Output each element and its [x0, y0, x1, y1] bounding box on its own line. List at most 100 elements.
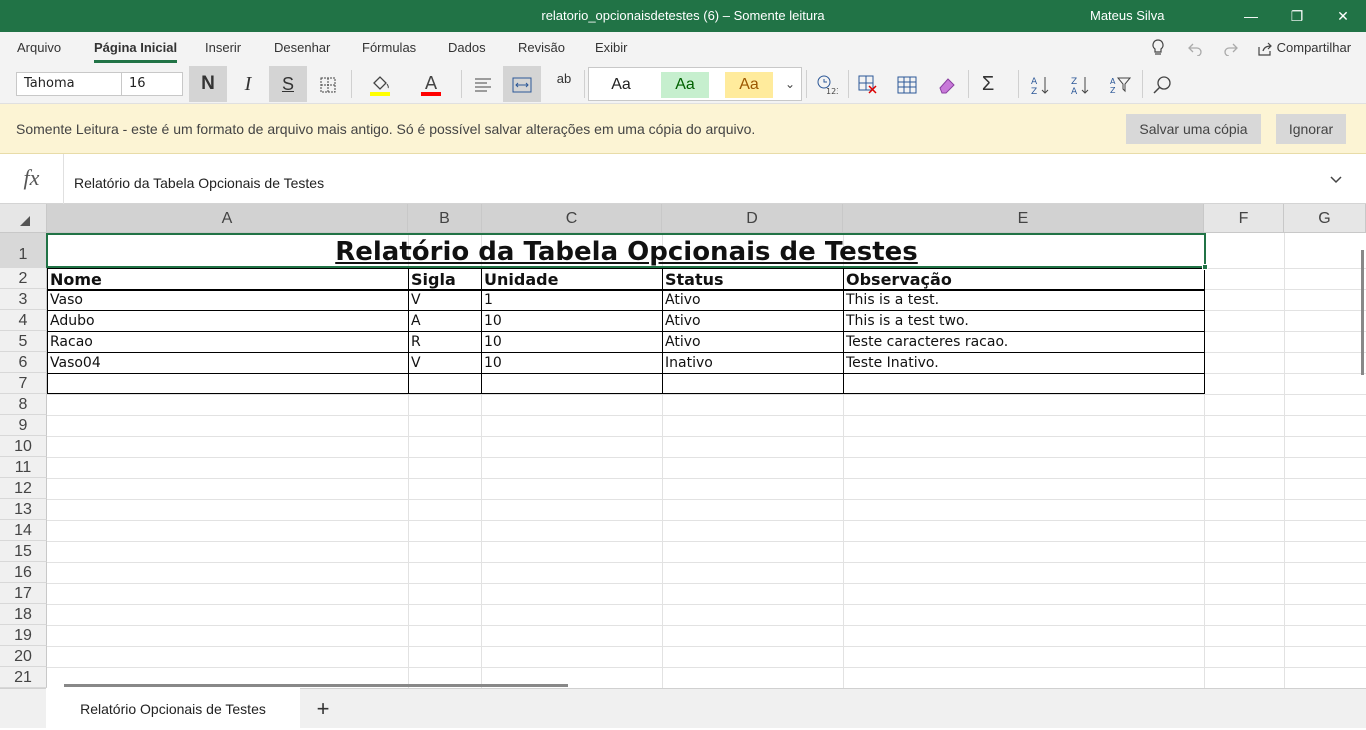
restore-button[interactable]: ❐ — [1274, 0, 1320, 32]
italic-button[interactable]: I — [229, 66, 267, 102]
tab-formulas[interactable]: Fórmulas — [362, 32, 416, 64]
table-cell-nome[interactable]: Vaso — [48, 289, 406, 310]
minimize-button[interactable]: — — [1228, 0, 1274, 32]
row-header-21[interactable]: 21 — [0, 667, 47, 688]
column-header-d[interactable]: D — [662, 204, 843, 233]
select-all-corner[interactable] — [0, 204, 47, 233]
style-good[interactable]: Aa — [661, 72, 709, 98]
table-cell-unidade[interactable]: 10 — [482, 331, 661, 352]
format-cells-button[interactable] — [888, 66, 926, 102]
tab-dados[interactable]: Dados — [448, 32, 486, 64]
merge-center-button[interactable] — [503, 66, 541, 102]
bold-button[interactable]: N — [189, 66, 227, 102]
table-cell-observacao[interactable]: This is a test. — [844, 289, 1202, 310]
row-header-15[interactable]: 15 — [0, 541, 47, 562]
row-header-9[interactable]: 9 — [0, 415, 47, 436]
redo-icon[interactable] — [1223, 32, 1239, 64]
tab-inserir[interactable]: Inserir — [205, 32, 241, 64]
font-size-input[interactable]: 16 — [121, 72, 183, 96]
row-header-17[interactable]: 17 — [0, 583, 47, 604]
number-format-button[interactable]: 123 — [808, 66, 846, 102]
row-header-16[interactable]: 16 — [0, 562, 47, 583]
style-neutral[interactable]: Aa — [725, 72, 773, 98]
row-header-14[interactable]: 14 — [0, 520, 47, 541]
row-header-19[interactable]: 19 — [0, 625, 47, 646]
table-cell-observacao[interactable]: Teste Inativo. — [844, 352, 1202, 373]
borders-button[interactable] — [309, 66, 347, 102]
table-cell-nome[interactable]: Vaso04 — [48, 352, 406, 373]
wrap-text-button[interactable]: ab — [545, 66, 583, 102]
row-header-7[interactable]: 7 — [0, 373, 47, 394]
chevron-down-icon[interactable]: ⌄ — [779, 68, 801, 100]
add-sheet-button[interactable]: + — [310, 689, 336, 729]
underline-button[interactable]: S — [269, 66, 307, 102]
tab-exibir[interactable]: Exibir — [595, 32, 628, 64]
style-normal[interactable]: Aa — [597, 72, 645, 98]
tab-desenhar[interactable]: Desenhar — [274, 32, 330, 64]
row-header-20[interactable]: 20 — [0, 646, 47, 667]
table-cell-status[interactable]: Ativo — [663, 331, 842, 352]
row-header-12[interactable]: 12 — [0, 478, 47, 499]
table-cell-observacao[interactable]: This is a test two. — [844, 310, 1202, 331]
align-left-button[interactable] — [464, 66, 502, 102]
row-header-11[interactable]: 11 — [0, 457, 47, 478]
table-cell-nome[interactable]: Racao — [48, 331, 406, 352]
font-name-input[interactable]: Tahoma — [16, 72, 122, 96]
tab-pagina-inicial[interactable]: Página Inicial — [94, 32, 178, 64]
undo-icon[interactable] — [1187, 32, 1203, 64]
vertical-scrollbar[interactable] — [1361, 250, 1364, 375]
table-cell-status[interactable]: Ativo — [663, 310, 842, 331]
table-cell-sigla[interactable]: V — [409, 289, 480, 310]
find-button[interactable] — [1143, 66, 1181, 102]
header-cell-nome[interactable]: Nome — [48, 268, 406, 289]
row-header-2[interactable]: 2 — [0, 268, 47, 289]
lightbulb-icon[interactable] — [1150, 32, 1166, 64]
row-header-4[interactable]: 4 — [0, 310, 47, 331]
fill-color-button[interactable] — [361, 66, 399, 102]
ignore-button[interactable]: Ignorar — [1276, 114, 1346, 144]
table-cell-status[interactable]: Inativo — [663, 352, 842, 373]
table-cell-unidade[interactable]: 10 — [482, 352, 661, 373]
column-header-e[interactable]: E — [843, 204, 1204, 233]
close-button[interactable]: ✕ — [1320, 0, 1366, 32]
header-cell-sigla[interactable]: Sigla — [409, 268, 480, 289]
filter-button[interactable]: AZ — [1101, 66, 1139, 102]
clear-button[interactable] — [928, 66, 966, 102]
delete-cells-button[interactable] — [849, 66, 887, 102]
table-cell-sigla[interactable]: A — [409, 310, 480, 331]
table-cell-sigla[interactable]: R — [409, 331, 480, 352]
user-name[interactable]: Mateus Silva — [1090, 0, 1164, 32]
row-header-1[interactable]: 1 — [0, 233, 47, 268]
sheet-tab[interactable]: Relatório Opcionais de Testes — [46, 688, 300, 729]
share-button[interactable]: Compartilhar — [1258, 32, 1351, 64]
row-header-3[interactable]: 3 — [0, 289, 47, 310]
header-cell-observacao[interactable]: Observação — [844, 268, 1202, 289]
tab-revisao[interactable]: Revisão — [518, 32, 565, 64]
autosum-button[interactable]: Σ — [969, 66, 1007, 102]
table-cell-nome[interactable]: Adubo — [48, 310, 406, 331]
row-header-10[interactable]: 10 — [0, 436, 47, 457]
column-header-b[interactable]: B — [408, 204, 482, 233]
fx-icon[interactable]: fx — [0, 154, 64, 204]
header-cell-status[interactable]: Status — [663, 268, 842, 289]
column-header-f[interactable]: F — [1204, 204, 1284, 233]
table-cell-unidade[interactable]: 10 — [482, 310, 661, 331]
table-cell-sigla[interactable]: V — [409, 352, 480, 373]
horizontal-scrollbar[interactable] — [64, 684, 568, 687]
column-header-a[interactable]: A — [47, 204, 408, 233]
row-header-6[interactable]: 6 — [0, 352, 47, 373]
sort-descending-button[interactable]: ZA — [1061, 66, 1099, 102]
tab-arquivo[interactable]: Arquivo — [17, 32, 61, 64]
chevron-down-icon[interactable] — [1330, 154, 1342, 204]
row-header-18[interactable]: 18 — [0, 604, 47, 625]
sort-ascending-button[interactable]: AZ — [1021, 66, 1059, 102]
row-header-8[interactable]: 8 — [0, 394, 47, 415]
spreadsheet-grid[interactable]: ABCDEFG 1 2 3 4 5 6 7 8 9 10 11 12 13 14 15 16 17 18 19 20 2… — [0, 204, 1366, 688]
font-color-button[interactable]: A — [412, 66, 450, 102]
fill-handle[interactable] — [1202, 264, 1208, 270]
table-cell-unidade[interactable]: 1 — [482, 289, 661, 310]
save-copy-button[interactable]: Salvar uma cópia — [1126, 114, 1261, 144]
column-header-c[interactable]: C — [482, 204, 662, 233]
table-cell-observacao[interactable]: Teste caracteres racao. — [844, 331, 1202, 352]
header-cell-unidade[interactable]: Unidade — [482, 268, 661, 289]
